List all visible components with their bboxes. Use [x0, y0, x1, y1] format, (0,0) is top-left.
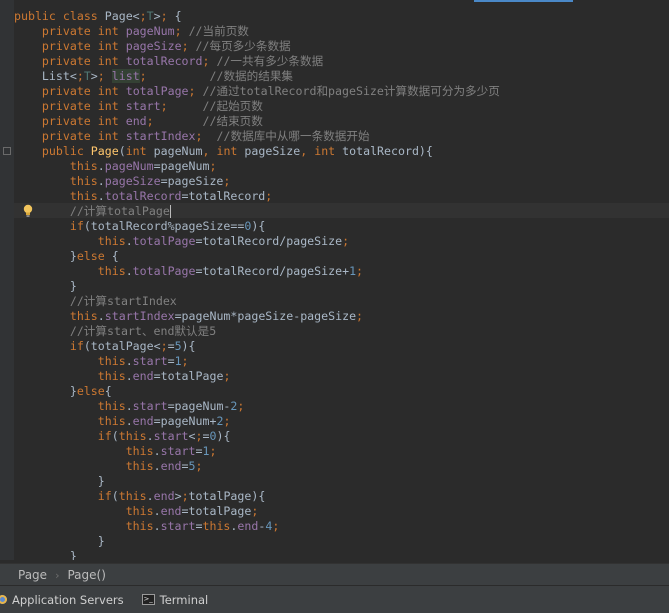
tool-window-bar: Application Servers >_ Terminal: [0, 585, 669, 613]
code-line[interactable]: this.end=pageNum+2;: [14, 414, 669, 429]
code-line[interactable]: this.totalPage=totalRecord/pageSize;: [14, 234, 669, 249]
code-line[interactable]: private int end; //结束页数: [14, 114, 669, 129]
code-line[interactable]: this.startIndex=pageNum*pageSize-pageSiz…: [14, 309, 669, 324]
code-line[interactable]: List<;T>; list; //数据的结果集: [14, 69, 669, 84]
terminal-label: Terminal: [159, 592, 209, 607]
code-line[interactable]: }: [14, 549, 669, 560]
code-line[interactable]: this.end=totalPage;: [14, 369, 669, 384]
code-line[interactable]: this.totalPage=totalRecord/pageSize+1;: [14, 264, 669, 279]
code-line[interactable]: private int pageSize; //每页多少条数据: [14, 39, 669, 54]
code-line[interactable]: }: [14, 474, 669, 489]
code-line[interactable]: this.pageNum=pageNum;: [14, 159, 669, 174]
code-line[interactable]: private int totalPage; //通过totalRecord和p…: [14, 84, 669, 99]
code-line[interactable]: //计算startIndex: [14, 294, 669, 309]
code-line[interactable]: private int totalRecord; //一共有多少条数据: [14, 54, 669, 69]
code-line[interactable]: this.pageSize=pageSize;: [14, 174, 669, 189]
code-line[interactable]: //计算totalPage: [14, 204, 669, 219]
code-line[interactable]: //计算start、end默认是5: [14, 324, 669, 339]
code-editor[interactable]: public class Page<;T>; { private int pag…: [0, 0, 669, 560]
terminal-button[interactable]: >_ Terminal: [141, 592, 209, 607]
code-line[interactable]: this.start=pageNum-2;: [14, 399, 669, 414]
application-servers-icon: [0, 595, 7, 604]
code-line[interactable]: this.start=1;: [14, 444, 669, 459]
code-line[interactable]: if(this.start<;=0){: [14, 429, 669, 444]
code-line[interactable]: public class Page<;T>; {: [14, 9, 669, 24]
breadcrumb-class[interactable]: Page: [0, 568, 47, 582]
breadcrumb-method[interactable]: Page(): [59, 568, 105, 582]
code-line[interactable]: this.start=1;: [14, 354, 669, 369]
code-line[interactable]: public Page(int pageNum, int pageSize, i…: [14, 144, 669, 159]
code-line[interactable]: this.totalRecord=totalRecord;: [14, 189, 669, 204]
code-line[interactable]: private int start; //起始页数: [14, 99, 669, 114]
code-line[interactable]: this.end=5;: [14, 459, 669, 474]
editor-gutter: [0, 0, 14, 560]
code-line[interactable]: private int pageNum; //当前页数: [14, 24, 669, 39]
code-line[interactable]: if(totalPage<;=5){: [14, 339, 669, 354]
breadcrumb: Page › Page(): [0, 563, 669, 586]
application-servers-button[interactable]: Application Servers: [0, 593, 124, 607]
code-line[interactable]: }: [14, 279, 669, 294]
code-line[interactable]: }: [14, 534, 669, 549]
chevron-right-icon: ›: [55, 568, 60, 582]
terminal-icon: >_: [141, 594, 155, 605]
fold-marker-icon[interactable]: [3, 147, 11, 155]
code-line[interactable]: if(this.end>;totalPage){: [14, 489, 669, 504]
code-line[interactable]: this.start=this.end-4;: [14, 519, 669, 534]
application-servers-label: Application Servers: [12, 592, 124, 607]
code-line[interactable]: this.end=totalPage;: [14, 504, 669, 519]
code-lines: public class Page<;T>; { private int pag…: [14, 9, 669, 560]
code-line[interactable]: if(totalRecord%pageSize==0){: [14, 219, 669, 234]
code-line[interactable]: }else {: [14, 249, 669, 264]
code-line[interactable]: }else{: [14, 384, 669, 399]
code-line[interactable]: private int startIndex; //数据库中从哪一条数据开始: [14, 129, 669, 144]
